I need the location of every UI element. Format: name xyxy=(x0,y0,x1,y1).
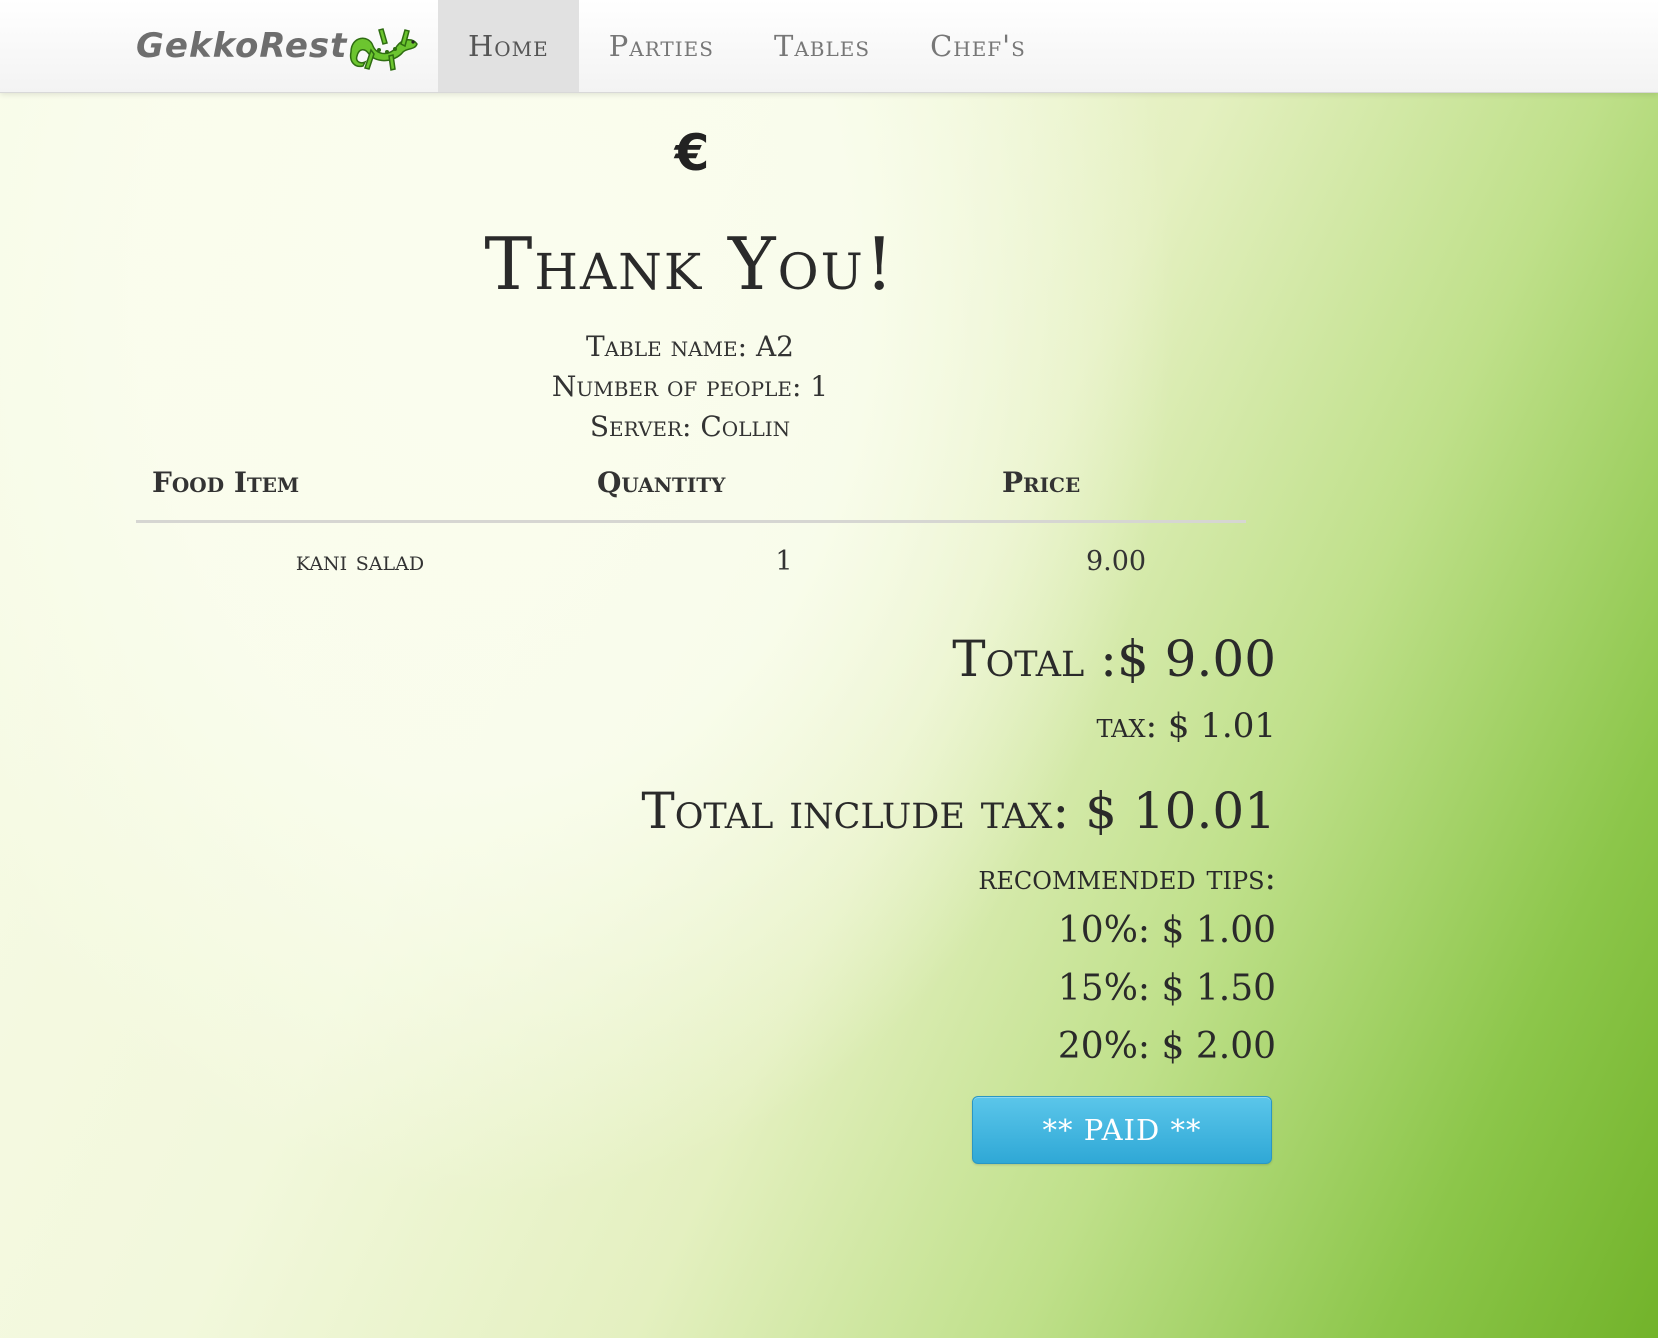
nav-parties[interactable]: Parties xyxy=(579,0,744,92)
main-nav: Home Parties Tables Chef's xyxy=(438,0,1056,92)
table-name: Table name: A2 xyxy=(586,330,794,363)
row-food-item: kani salad xyxy=(295,546,425,577)
table-header-divider xyxy=(136,520,1246,523)
gecko-icon xyxy=(343,16,423,76)
tax-amount: tax: $ 1.01 xyxy=(1096,706,1276,746)
tip-10-percent: 10%: $ 1.00 xyxy=(1057,910,1276,951)
number-of-people: Number of people: 1 xyxy=(551,370,829,403)
row-quantity: 1 xyxy=(775,546,793,577)
column-header-quantity: Quantity xyxy=(597,466,726,499)
subtotal: Total :$ 9.00 xyxy=(952,630,1276,688)
top-navbar: GekkoRest Home Parties Tables Chef's xyxy=(0,0,1658,93)
nav-home[interactable]: Home xyxy=(438,0,579,92)
nav-chefs[interactable]: Chef's xyxy=(900,0,1056,92)
recommended-tips-label: recommended tips: xyxy=(978,858,1276,898)
total-including-tax: Total include tax: $ 10.01 xyxy=(641,782,1276,840)
paid-button[interactable]: ** PAID ** xyxy=(972,1096,1272,1164)
server-name: Server: Collin xyxy=(589,410,791,443)
euro-icon: € xyxy=(674,124,710,182)
tip-15-percent: 15%: $ 1.50 xyxy=(1057,968,1276,1009)
page-title: Thank You! xyxy=(484,222,896,306)
row-price: 9.00 xyxy=(1085,546,1147,577)
column-header-food-item: Food Item xyxy=(152,466,300,499)
nav-tables[interactable]: Tables xyxy=(744,0,900,92)
brand-logo[interactable]: GekkoRest xyxy=(136,18,423,74)
tip-20-percent: 20%: $ 2.00 xyxy=(1057,1026,1276,1067)
column-header-price: Price xyxy=(1002,466,1081,499)
brand-name: GekkoRest xyxy=(136,26,348,66)
